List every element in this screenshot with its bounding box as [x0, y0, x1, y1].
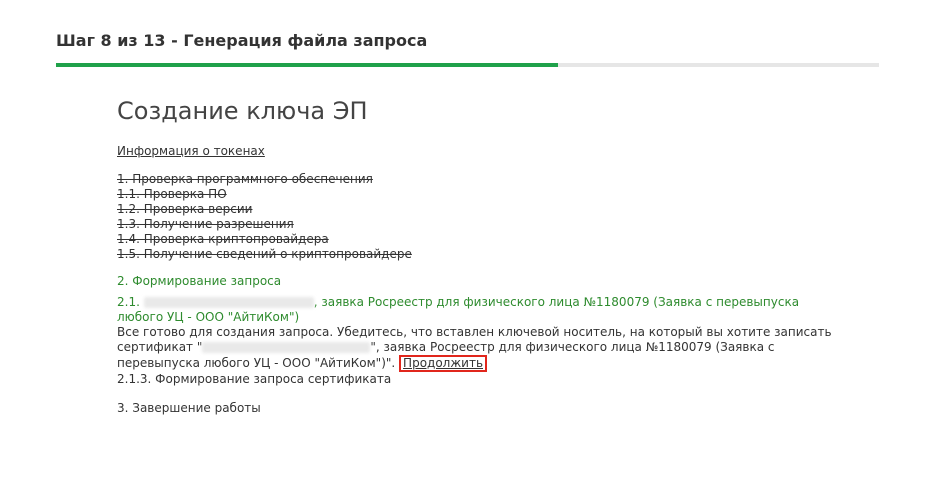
progress-bar: [56, 63, 879, 67]
page-title: Создание ключа ЭП: [117, 97, 368, 125]
section-request-forming: 2. Формирование запроса 2.1. , заявка Ро…: [117, 274, 837, 387]
step-item-software-check: 1. Проверка программного обеспечения: [117, 172, 373, 186]
request-detail: Все готово для создания запроса. Убедите…: [117, 325, 837, 372]
continue-highlight: Продолжить: [399, 355, 488, 372]
step-title: Шаг 8 из 13 - Генерация файла запроса: [56, 31, 428, 50]
step-item-crypto-info: 1.5. Получение сведений о криптопровайде…: [117, 247, 412, 261]
section-software-check: 1. Проверка программного обеспечения 1.1…: [117, 172, 837, 262]
step-item-crypto-check: 1.4. Проверка криптопровайдера: [117, 232, 329, 246]
main-content: Создание ключа ЭП Информация о токенах 1…: [117, 96, 837, 416]
request-item-number: 2.1.: [117, 295, 140, 309]
continue-link[interactable]: Продолжить: [403, 356, 483, 370]
step-item-po-check: 1.1. Проверка ПО: [117, 187, 227, 201]
step-item-version-check: 1.2. Проверка версии: [117, 202, 253, 216]
section-2-title: 2. Формирование запроса: [117, 274, 282, 288]
section-3-title: 3. Завершение работы: [117, 401, 261, 415]
token-info-link[interactable]: Информация о токенах: [117, 144, 265, 159]
step-item-permission: 1.3. Получение разрешения: [117, 217, 294, 231]
redacted-certificate-name: [202, 342, 371, 353]
redacted-name: [143, 297, 314, 308]
request-item: 2.1. , заявка Росреестр для физического …: [117, 295, 837, 325]
progress-fill: [56, 63, 559, 67]
request-subitem: 2.1.3. Формирование запроса сертификата: [117, 372, 392, 386]
